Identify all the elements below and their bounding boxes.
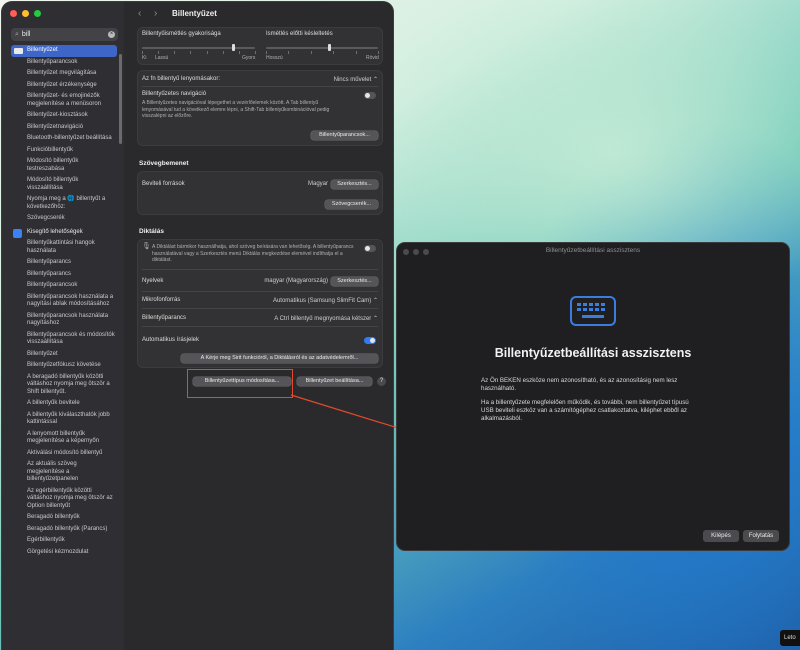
assistant-window-title: Billentyűzetbeállítási asszisztens	[545, 247, 641, 254]
dock-hint: Leto	[780, 630, 800, 646]
assistant-heading: Billentyűzetbeállítási asszisztens	[494, 346, 692, 360]
assistant-paragraph-1: Az Ön BEKEN eszköze nem azonosítható, és…	[481, 377, 678, 392]
keyboard-setup-assistant-window: Billentyűzetbeállítási asszisztens Bille…	[397, 243, 789, 550]
assistant-paragraph-2: Ha a billentyűzete megfelelően működik, …	[481, 399, 689, 422]
continue-button[interactable]: Folytatás	[743, 530, 779, 542]
keyboard-icon	[570, 296, 616, 326]
quit-button[interactable]: Kilépés	[703, 530, 739, 542]
